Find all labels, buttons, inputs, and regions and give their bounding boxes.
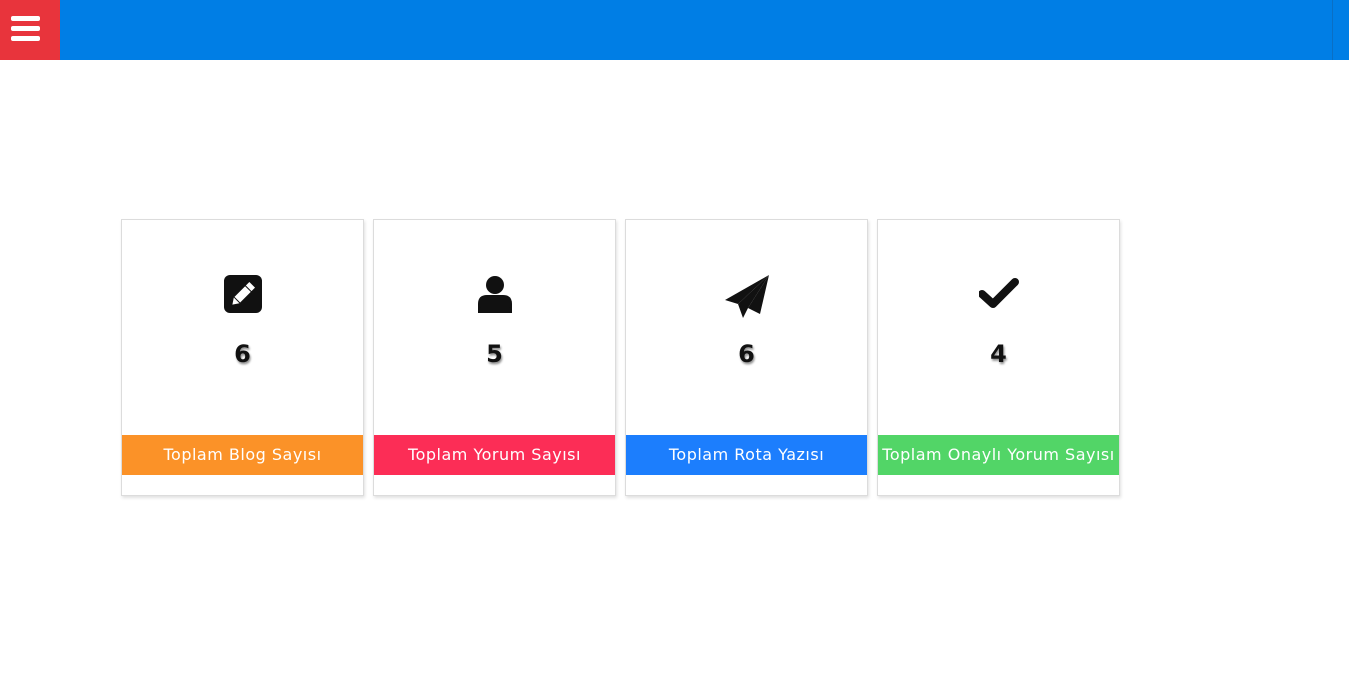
pencil-square-icon [122,274,363,318]
user-icon [374,274,615,318]
hamburger-menu-icon [11,26,40,31]
stat-card-routes: 6 Toplam Rota Yazısı [625,219,868,496]
stat-card-approved: 4 Toplam Onaylı Yorum Sayısı [877,219,1120,496]
navbar-divider [1332,0,1333,60]
paper-plane-icon [626,274,867,318]
hamburger-menu-icon [11,36,40,41]
top-navbar [0,0,1349,60]
blog-count: 6 [234,340,251,368]
stat-card-blogs: 6 Toplam Blog Sayısı [121,219,364,496]
route-count: 6 [738,340,755,368]
approved-count: 4 [990,340,1007,368]
menu-toggle-button[interactable] [0,0,60,60]
comment-count: 5 [486,340,503,368]
checkmark-icon [878,274,1119,318]
hamburger-menu-icon [11,16,40,21]
comment-count-label[interactable]: Toplam Yorum Sayısı [374,435,615,475]
stat-card-comments: 5 Toplam Yorum Sayısı [373,219,616,496]
approved-count-label[interactable]: Toplam Onaylı Yorum Sayısı [878,435,1119,475]
route-count-label[interactable]: Toplam Rota Yazısı [626,435,867,475]
blog-count-label[interactable]: Toplam Blog Sayısı [122,435,363,475]
